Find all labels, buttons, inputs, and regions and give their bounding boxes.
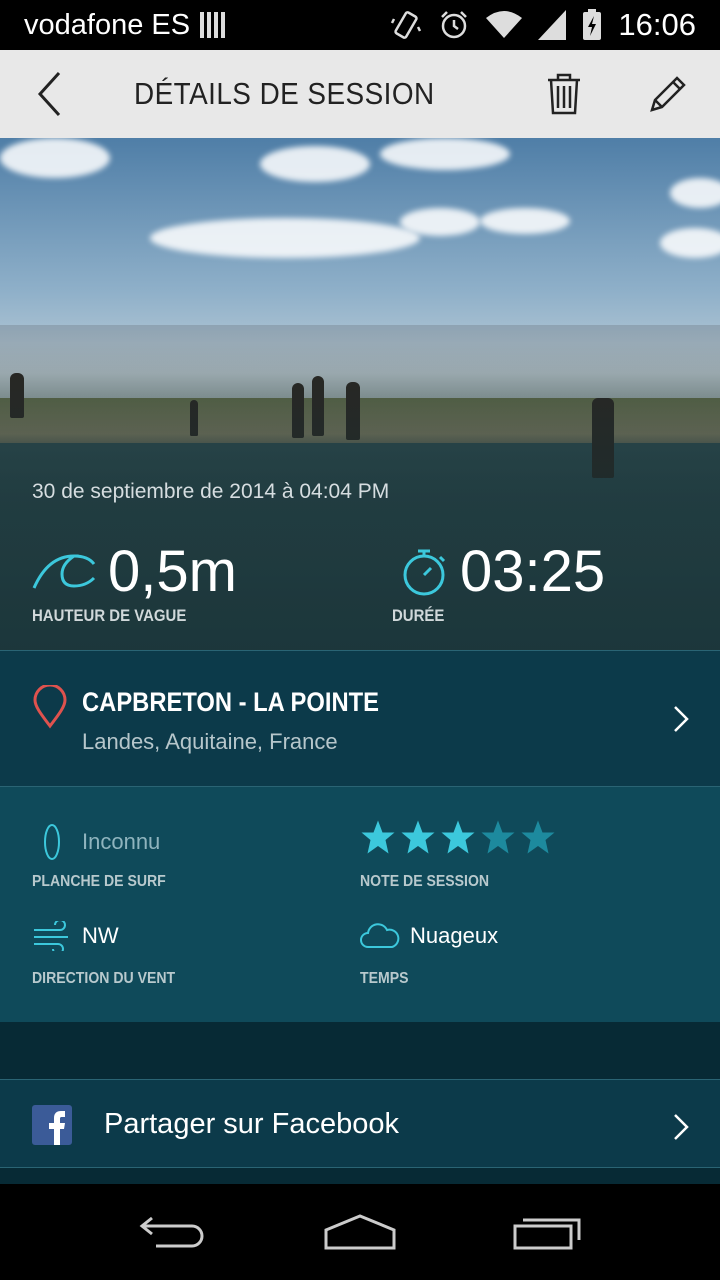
wave-icon bbox=[32, 553, 96, 589]
duration: 03:25 bbox=[400, 538, 605, 605]
carrier-name: vodafone ES bbox=[24, 8, 191, 41]
alarm-icon bbox=[441, 11, 468, 39]
surfboard-icon bbox=[44, 824, 60, 860]
wind-direction[interactable]: NW bbox=[32, 921, 119, 951]
battery-charging-icon bbox=[583, 9, 602, 40]
wave-height: 0,5m bbox=[32, 538, 237, 605]
nav-home-button[interactable] bbox=[300, 1184, 420, 1280]
wind-icon bbox=[34, 921, 68, 951]
star-empty-icon bbox=[521, 820, 555, 854]
nav-recents-button[interactable] bbox=[487, 1184, 607, 1280]
nav-back-button[interactable] bbox=[113, 1184, 233, 1280]
star-icon bbox=[361, 820, 395, 854]
delete-button[interactable] bbox=[512, 50, 616, 138]
chevron-right-icon bbox=[674, 1114, 689, 1140]
edit-button[interactable] bbox=[616, 50, 720, 138]
chevron-right-icon bbox=[674, 706, 689, 732]
surfboard-value: Inconnu bbox=[82, 829, 161, 854]
trash-icon bbox=[548, 73, 580, 115]
app-bar: DÉTAILS DE SESSION bbox=[0, 50, 720, 138]
cloud-icon bbox=[360, 923, 400, 948]
carrier: vodafone ES bbox=[24, 8, 226, 42]
weather-label: TEMPS bbox=[360, 970, 409, 987]
sim-icon bbox=[200, 12, 226, 38]
facebook-icon bbox=[32, 1105, 72, 1145]
duration-label: DURÉE bbox=[392, 606, 445, 625]
signal-icon bbox=[538, 10, 567, 40]
back-button[interactable] bbox=[0, 50, 100, 138]
wifi-icon bbox=[486, 11, 523, 38]
wind-value: NW bbox=[82, 923, 119, 948]
system-nav-bar bbox=[0, 1184, 720, 1280]
recents-icon bbox=[513, 1218, 581, 1250]
clock: 16:06 bbox=[618, 7, 696, 42]
weather[interactable]: Nuageux bbox=[360, 923, 498, 949]
session-photo: 30 de septiembre de 2014 à 04:04 PM 0,5m… bbox=[0, 138, 720, 650]
section-spacer bbox=[0, 1022, 720, 1079]
star-icon bbox=[441, 820, 475, 854]
surfboard-label: PLANCHE DE SURF bbox=[32, 873, 166, 890]
star-icon bbox=[401, 820, 435, 854]
chevron-left-icon bbox=[37, 71, 61, 117]
bottom-spacer bbox=[0, 1168, 720, 1184]
rating-label: NOTE DE SESSION bbox=[360, 873, 490, 890]
page-title: DÉTAILS DE SESSION bbox=[134, 76, 435, 111]
surfboard[interactable]: Inconnu bbox=[42, 823, 160, 861]
status-bar: vodafone ES 16:06 bbox=[0, 0, 720, 50]
session-details: Inconnu PLANCHE DE SURF NOTE DE SESSION … bbox=[0, 787, 720, 1022]
vibrate-icon bbox=[391, 11, 422, 39]
session-date: 30 de septiembre de 2014 à 04:04 PM bbox=[32, 480, 390, 503]
back-arrow-icon bbox=[139, 1216, 204, 1248]
weather-value: Nuageux bbox=[410, 923, 499, 948]
wind-label: DIRECTION DU VENT bbox=[32, 970, 176, 987]
home-icon bbox=[324, 1214, 396, 1250]
wave-height-value: 0,5m bbox=[108, 539, 237, 604]
location-name: CAPBRETON - LA POINTE bbox=[82, 687, 380, 717]
pencil-icon bbox=[650, 76, 686, 112]
location-row[interactable]: CAPBRETON - LA POINTE Landes, Aquitaine,… bbox=[0, 650, 720, 787]
location-pin-icon bbox=[33, 685, 67, 729]
duration-value: 03:25 bbox=[460, 539, 606, 604]
session-rating[interactable] bbox=[360, 819, 556, 855]
share-label: Partager sur Facebook bbox=[104, 1108, 399, 1140]
share-facebook-button[interactable]: Partager sur Facebook bbox=[0, 1079, 720, 1168]
stopwatch-icon bbox=[403, 549, 446, 595]
status-icons: 16:06 bbox=[390, 7, 696, 43]
wave-height-label: HAUTEUR DE VAGUE bbox=[32, 606, 187, 625]
rating-stars bbox=[360, 819, 556, 855]
location-region: Landes, Aquitaine, France bbox=[82, 729, 338, 754]
star-empty-icon bbox=[481, 820, 515, 854]
